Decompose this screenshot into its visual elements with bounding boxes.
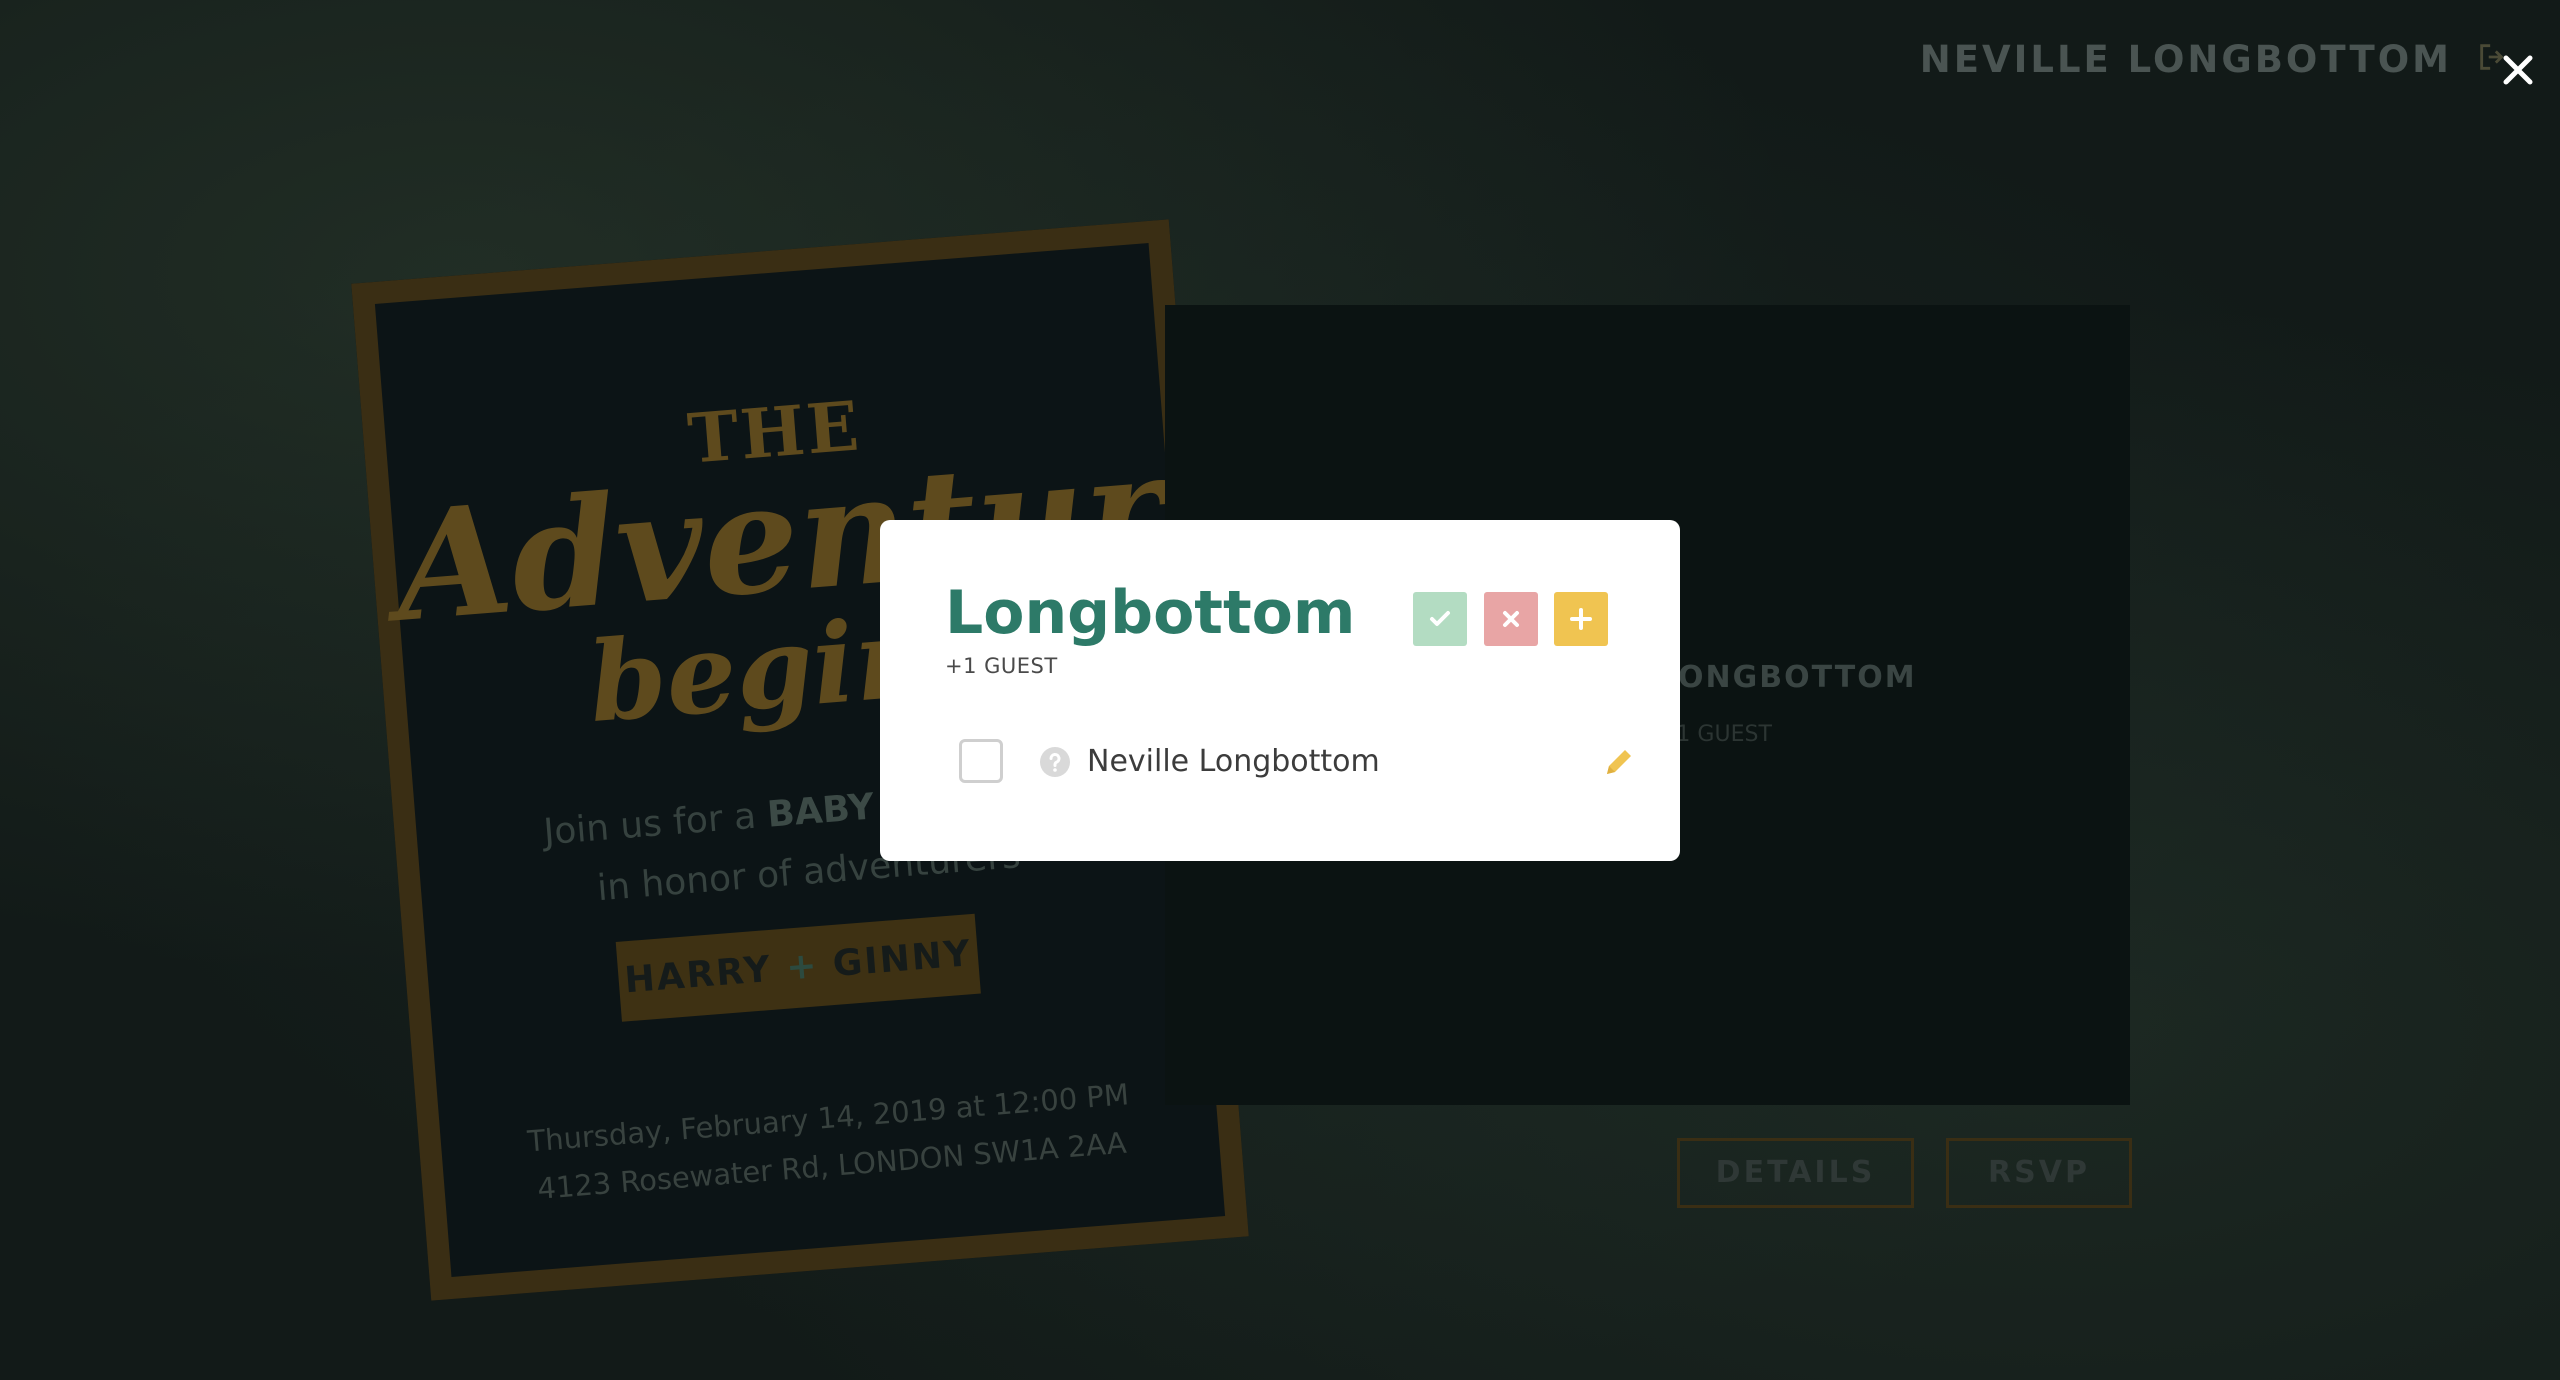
question-circle-icon — [1039, 746, 1071, 778]
rsvp-button[interactable]: RSVP — [1946, 1138, 2132, 1208]
card-name-plus: + — [784, 945, 821, 989]
guest-checkbox[interactable] — [959, 739, 1003, 783]
details-button[interactable]: DETAILS — [1677, 1138, 1914, 1208]
x-icon — [1503, 611, 1519, 627]
plus-icon — [1570, 608, 1592, 630]
card-names-banner: HARRY + GINNY — [615, 913, 981, 1022]
pencil-icon[interactable] — [1600, 743, 1638, 781]
accept-all-button[interactable] — [1413, 592, 1467, 646]
guest-row: Neville Longbottom — [959, 735, 1631, 791]
modal-subtitle: +1 GUEST — [945, 654, 1058, 678]
user-name[interactable]: NEVILLE LONGBOTTOM — [1920, 38, 2452, 81]
decline-all-button[interactable] — [1484, 592, 1538, 646]
card-invite-prefix: Join us for a — [542, 794, 769, 854]
card-name-right: GINNY — [831, 933, 974, 985]
add-guest-button[interactable] — [1554, 592, 1608, 646]
rsvp-modal: Longbottom +1 GUEST Neville Longbottom — [880, 520, 1680, 861]
card-name-left: HARRY — [623, 948, 774, 1002]
guest-name: Neville Longbottom — [1087, 744, 1380, 779]
page: NEVILLE LONGBOTTOM THE Adventure begins … — [0, 0, 2560, 1380]
close-icon[interactable] — [2498, 50, 2538, 90]
check-icon — [1430, 611, 1450, 626]
modal-title: Longbottom — [945, 578, 1356, 648]
info-panel-name: LONGBOTTOM — [1658, 660, 1917, 695]
